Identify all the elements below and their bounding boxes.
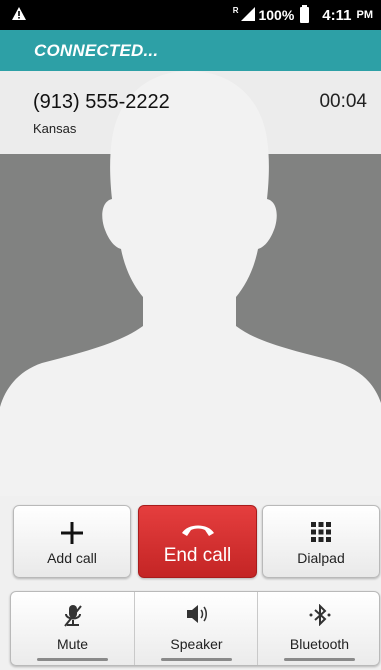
mute-indicator <box>37 658 108 661</box>
bluetooth-label: Bluetooth <box>289 636 350 652</box>
hang-up-icon <box>139 522 256 538</box>
call-status-banner: CONNECTED... <box>0 30 381 71</box>
end-call-button[interactable]: End call <box>138 505 257 578</box>
clock-ampm: PM <box>356 9 374 21</box>
bluetooth-indicator <box>284 658 355 661</box>
add-call-label: Add call <box>47 550 97 566</box>
speaker-indicator <box>161 658 232 661</box>
signal-icon <box>241 6 256 24</box>
mic-off-icon <box>11 604 134 628</box>
speaker-toggle[interactable]: Speaker <box>134 592 258 665</box>
dialpad-grid-icon <box>263 522 379 542</box>
speaker-icon <box>135 604 258 624</box>
status-bar: R 100% 4:11 PM <box>0 0 381 30</box>
end-call-label: End call <box>163 545 232 566</box>
caller-number: (913) 555-2222 <box>33 91 170 113</box>
warning-icon <box>12 7 26 25</box>
speaker-label: Speaker <box>170 636 223 652</box>
plus-icon <box>14 522 130 544</box>
dialpad-button[interactable]: Dialpad <box>262 505 380 578</box>
call-duration: 00:04 <box>319 91 367 112</box>
dialpad-label: Dialpad <box>297 550 345 566</box>
battery-percent: 100% <box>258 7 295 23</box>
battery-icon <box>300 5 310 23</box>
call-status-text: CONNECTED... <box>34 41 159 60</box>
add-call-button[interactable]: Add call <box>13 505 131 578</box>
mute-toggle[interactable]: Mute <box>11 592 134 665</box>
clock-time: 4:11 <box>322 6 352 24</box>
roaming-flag: R <box>232 5 239 15</box>
mute-label: Mute <box>56 636 89 652</box>
bluetooth-toggle[interactable]: Bluetooth <box>257 592 381 665</box>
call-controls: Add call End call Dialpad Mute Speaker B… <box>0 496 381 670</box>
audio-toggle-bar: Mute Speaker Bluetooth <box>10 591 380 666</box>
caller-location: Kansas <box>33 121 77 136</box>
bluetooth-icon <box>258 604 381 626</box>
